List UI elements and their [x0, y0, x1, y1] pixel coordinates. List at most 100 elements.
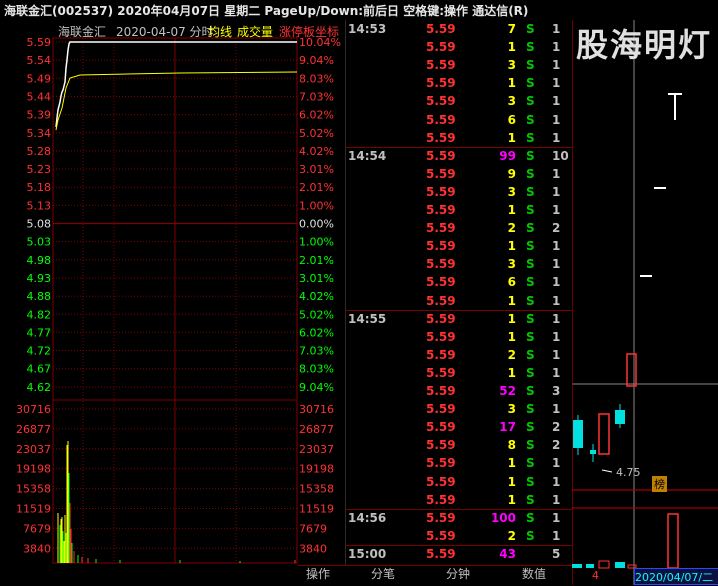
tick-price: 5.59 — [426, 94, 456, 109]
tab-ticks[interactable]: 分笔 — [346, 565, 420, 584]
price-axis-label: 5.44 — [27, 90, 52, 103]
volume-axis-label: 30716 — [299, 403, 334, 416]
tick-price: 5.59 — [426, 420, 456, 435]
volume-axis-label: 3840 — [23, 542, 51, 555]
volume-axis-label: 26877 — [299, 423, 334, 436]
tick-price: 5.59 — [426, 384, 456, 398]
tick-price: 5.59 — [426, 22, 456, 36]
rank-badge[interactable]: 榜 — [652, 476, 667, 492]
tick-side: S — [526, 239, 535, 254]
tick-side: S — [526, 528, 535, 543]
tab-operate[interactable]: 操作 — [298, 565, 338, 584]
kline-chart[interactable] — [572, 20, 718, 585]
tick-price: 5.59 — [426, 275, 456, 290]
price-axis-label: 4.88 — [27, 290, 52, 303]
tick-side: S — [526, 510, 535, 525]
tick-side: S — [526, 492, 535, 507]
price-axis-label: 5.08 — [27, 218, 52, 231]
kline-candle — [598, 413, 610, 455]
tick-side: S — [526, 293, 535, 308]
tick-group-separator — [346, 508, 572, 510]
tick-row: 14:56 5.59 100 S 1 — [346, 511, 572, 529]
tick-vol: 100 — [490, 510, 516, 525]
tick-time: 15:00 — [348, 546, 387, 561]
tick-n: 1 — [552, 239, 561, 254]
pct-axis-label: 1.00% — [299, 199, 334, 212]
tick-vol: 1 — [507, 492, 516, 507]
tick-vol: 3 — [507, 402, 516, 417]
price-axis-label: 5.28 — [27, 145, 52, 158]
kline-panel[interactable]: 股海明灯 4.75 榜 4 2020/04/07/二 — [572, 20, 718, 585]
price-axis-label: 5.03 — [27, 236, 52, 249]
tick-row: 5.59 1 S 1 — [346, 366, 572, 384]
volume-axis-label: 15358 — [299, 483, 334, 496]
tick-vol: 1 — [507, 311, 516, 326]
avg-line-label[interactable]: 均线 — [208, 23, 232, 40]
window-title: 海联金汇(002537) 2020年04月07日 星期二 PageUp/Down… — [4, 4, 529, 18]
tick-price: 5.59 — [426, 402, 456, 417]
tick-group-separator — [346, 309, 572, 311]
chart-date: 2020-04-07 分时 — [116, 25, 214, 39]
pct-axis-label: 2.01% — [299, 181, 334, 194]
tick-n: 1 — [552, 76, 561, 91]
price-axis-label: 4.98 — [27, 254, 52, 267]
tick-group-separator — [346, 146, 572, 148]
volume-axis-label: 11519 — [16, 503, 51, 516]
tick-side: S — [526, 22, 535, 36]
tick-row: 5.59 1 S 1 — [346, 456, 572, 474]
tick-vol: 2 — [507, 528, 516, 543]
price-axis-label: 4.77 — [27, 326, 52, 339]
volume-label[interactable]: 成交量 — [237, 23, 273, 40]
tick-price: 5.59 — [426, 203, 456, 217]
tick-price: 5.59 — [426, 546, 456, 561]
volume-axis-label: 19198 — [16, 463, 51, 476]
tick-price: 5.59 — [426, 40, 456, 55]
tick-n: 1 — [552, 40, 561, 55]
intraday-chart[interactable]: 5.59 10.04%5.54 9.04%5.49 8.03%5.44 7.03%5.3… — [0, 20, 346, 565]
tick-price: 5.59 — [426, 438, 456, 453]
tick-n: 1 — [552, 58, 561, 73]
tab-values[interactable]: 数值 — [496, 565, 572, 584]
tick-row: 14:53 5.59 7 S 1 — [346, 22, 572, 40]
tick-price: 5.59 — [426, 58, 456, 73]
tick-side: S — [526, 329, 535, 344]
tick-side: S — [526, 347, 535, 362]
tick-n: 1 — [552, 203, 561, 217]
tick-vol: 3 — [507, 58, 516, 73]
tick-row: 5.59 6 S 1 — [346, 113, 572, 131]
intraday-chart-panel[interactable]: 5.59 10.04% 5.54 9.04% 5.49 8.03% 5.44 7.03% 5.3… — [0, 20, 346, 565]
tick-n: 1 — [552, 293, 561, 308]
tick-n: 1 — [552, 184, 561, 199]
pct-axis-label: 8.03% — [299, 72, 334, 85]
tick-group-separator — [346, 544, 572, 546]
tick-price: 5.59 — [426, 184, 456, 199]
tab-minute[interactable]: 分钟 — [420, 565, 496, 584]
tick-price: 5.59 — [426, 130, 456, 145]
tick-side: S — [526, 221, 535, 236]
tick-side: S — [526, 438, 535, 453]
tick-price: 5.59 — [426, 365, 456, 380]
volume-axis-label: 7679 — [299, 522, 327, 535]
tick-row: 5.59 9 S 1 — [346, 167, 572, 185]
tick-vol: 2 — [507, 347, 516, 362]
kline-date-label[interactable]: 2020/04/07/二 — [634, 568, 718, 585]
tick-row: 5.59 2 S 1 — [346, 348, 572, 366]
pct-axis-label: 9.04% — [299, 381, 334, 394]
pct-axis-label: 5.02% — [299, 127, 334, 140]
tick-n: 1 — [552, 329, 561, 344]
limit-coord-label[interactable]: 涨停板坐标 — [279, 23, 339, 40]
chart-stock-name: 海联金汇 — [58, 25, 107, 39]
price-axis-label: 4.72 — [27, 345, 52, 358]
tick-n: 3 — [552, 384, 561, 398]
watermark: 股海明灯 — [576, 26, 713, 64]
volume-axis-label: 7679 — [23, 522, 51, 535]
tick-side: S — [526, 311, 535, 326]
tick-side: S — [526, 474, 535, 489]
tick-vol: 1 — [507, 365, 516, 380]
title-bar: 海联金汇(002537) 2020年04月07日 星期二 PageUp/Down… — [0, 0, 718, 21]
tick-vol: 6 — [507, 275, 516, 290]
tick-vol: 52 — [499, 384, 516, 398]
pct-axis-label: 6.02% — [299, 109, 334, 122]
tick-vol: 1 — [507, 456, 516, 471]
tick-list-panel[interactable]: 14:53 5.59 7 S 1 5.59 1 S 1 5.59 3 S 1 5.59 1 S 1 5.59 3 S 1… — [346, 20, 572, 565]
